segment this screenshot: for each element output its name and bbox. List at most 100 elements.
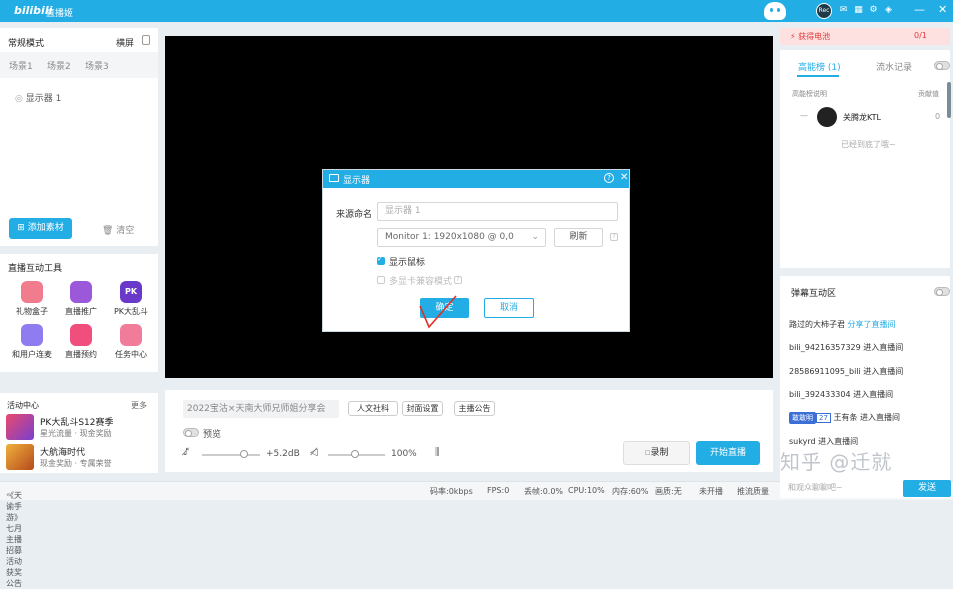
source-name-input[interactable]: 显示器 1 [377,202,618,221]
watermark: 知乎 @迁就 [780,450,893,474]
room-title-input[interactable]: 2022宝沽×天南大师兄师姐分享会 [183,400,339,418]
danmaku-user[interactable]: 路过的大柿子君 [789,320,845,329]
send-button[interactable]: 发送 [903,480,951,497]
orientation-toggle[interactable]: 横屏 [116,36,134,49]
tab-rank[interactable]: 高能榜 (1) [798,60,841,73]
close-button[interactable]: ✕ [938,3,947,16]
rank-score: 0 [935,112,941,121]
cover-settings-button[interactable]: 封面设置 [402,401,443,416]
show-cursor-checkbox[interactable] [377,255,385,265]
danmaku-user[interactable]: sukyrd [789,437,816,446]
settings-icon[interactable]: ⚙ [868,4,879,16]
danmaku-line: bili_392433304 进入直播间 [789,389,893,400]
battery-title: ⚡ 获得电池 [790,31,830,42]
cpu-usage: CPU:10% [568,486,605,495]
tool-label: 和用户连麦 [12,350,52,359]
quality: 画质:无 [655,487,682,496]
danmaku-user[interactable]: bili_392433304 [789,390,851,399]
dialog-close-icon[interactable]: ✕ [620,172,628,183]
tab-records[interactable]: 流水记录 [876,60,912,73]
tool-reservation[interactable]: 直播预约 [55,324,107,360]
monitor-source-dialog: 显示器 ? ✕ 来源命名 显示器 1 Monitor 1: 1920x1080 … [322,169,630,332]
source-label: 显示器 1 [25,94,62,104]
rank-position: — [800,111,808,120]
app-name: 直播姬 [46,9,74,19]
compat-mode-checkbox[interactable] [377,276,385,284]
screenshot-icon[interactable]: ◈ [883,4,894,16]
fan-medal-level: 27 [816,413,831,423]
rank-description[interactable]: 高能榜说明 [792,89,827,99]
eye-icon[interactable]: ◎ [15,94,26,104]
compat-mode-label: 多显卡兼容模式 [389,277,453,287]
tool-pk[interactable]: PK PK大乱斗 [105,281,157,317]
mail-icon[interactable]: ✉ [838,4,849,16]
activity-more-link[interactable]: 更多 [131,400,147,411]
danmaku-input[interactable]: 和观众聊聊吧~ [780,479,900,497]
record-label: 录制 [650,448,669,458]
tab-scene-3[interactable]: 场景3 [85,59,109,72]
tool-label: 礼物盒子 [16,307,48,316]
activity-item[interactable]: 大航海时代 现金奖励 · 专属荣誉 [6,444,156,472]
preview-toggle[interactable] [183,428,199,437]
speaker-volume-knob[interactable] [351,450,359,458]
add-material-button[interactable]: ⊞ 添加素材 [9,218,72,239]
live-state: 未开播 [699,487,723,496]
speaker-mute-icon[interactable]: ◁̸ [310,447,318,458]
fps: FPS:0 [487,486,510,495]
danmaku-user[interactable]: bili_94216357329 [789,343,861,352]
battery-card[interactable]: ⚡ 获得电池 0/1 [780,28,950,45]
minimize-button[interactable]: — [914,3,925,16]
layout-icon[interactable]: ▦ [853,4,864,16]
tool-label: 任务中心 [115,350,147,359]
pk-icon: PK [120,281,142,303]
activity-sub: 星光流量 · 现金奖励 [40,429,112,438]
monitor-select[interactable]: Monitor 1: 1920x1080 @ 0,0 ⌄ [377,228,546,247]
category-button[interactable]: 人文社科 [348,401,398,416]
lock-icon[interactable] [142,35,150,45]
tool-task-center[interactable]: 任务中心 [105,324,157,360]
tool-voice-link[interactable]: 和用户连麦 [6,324,58,360]
help-icon[interactable]: ? [610,233,618,241]
rank-username[interactable]: 关腾龙KTL [843,112,881,123]
battery-label: 获得电池 [798,32,831,41]
tool-label: 直播推广 [65,307,97,316]
monitor-icon [329,174,339,182]
battery-value: 0/1 [914,31,927,40]
equalizer-icon[interactable]: ⫼ [435,447,440,458]
danmaku-toggle[interactable] [934,287,950,296]
tools-title: 直播互动工具 [8,264,63,274]
rank-contribution-header: 贡献值 [918,90,939,98]
danmaku-action: 进入直播间 [853,390,894,399]
tab-scene-2[interactable]: 场景2 [47,59,71,72]
mascot-icon [764,2,786,20]
record-button[interactable]: ▫录制 [623,441,690,465]
mic-volume-knob[interactable] [240,450,248,458]
microphone-icon [21,324,43,346]
help-icon[interactable]: ? [604,173,614,183]
danmaku-user[interactable]: 28586911095_bili [789,367,861,376]
cancel-button[interactable]: 取消 [484,298,534,318]
dialog-header: 显示器 ? ✕ [323,170,629,188]
announcement-button[interactable]: 主播公告 [454,401,495,416]
danmaku-action: 进入直播间 [818,437,859,446]
avatar[interactable] [817,107,837,127]
tool-gift-box[interactable]: 礼物盒子 [6,281,58,317]
rank-toggle[interactable] [934,61,950,70]
danmaku-user[interactable]: 王有条 [833,413,857,422]
activity-item[interactable]: PK大乱斗S12赛季 星光流量 · 现金奖励 [6,414,156,442]
danmaku-action: 进入直播间 [863,343,904,352]
chevron-down-icon: ⌄ [531,232,539,242]
help-icon[interactable]: ? [454,276,462,284]
source-item[interactable]: ◎ 显示器 1 [15,91,61,104]
refresh-button[interactable]: 刷新 [554,228,603,247]
tab-scene-1[interactable]: 场景1 [9,59,33,72]
danmaku-line: 28586911095_bili 进入直播间 [789,366,903,377]
start-live-button[interactable]: 开始直播 [696,441,760,465]
clear-label: 清空 [116,226,135,236]
mic-volume-slider[interactable] [202,454,260,456]
user-avatar[interactable]: Rec [816,3,832,19]
mic-mute-icon[interactable]: ♪̸ [183,447,189,458]
tool-promotion[interactable]: 直播推广 [55,281,107,317]
scrollbar[interactable] [947,82,951,118]
clear-button[interactable]: 🗑 清空 [102,223,134,236]
